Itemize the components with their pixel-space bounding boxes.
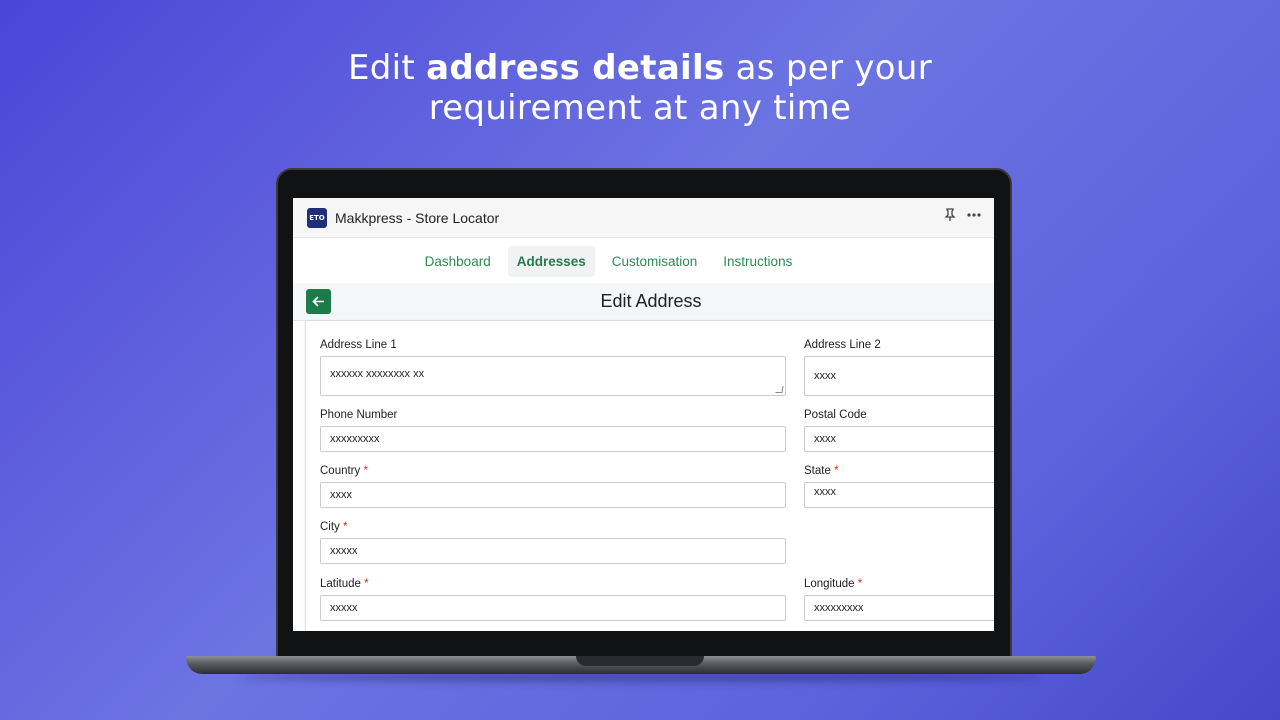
address-line-1-label: Address Line 1 bbox=[320, 339, 397, 351]
required-marker: * bbox=[857, 578, 863, 590]
latitude-input[interactable]: xxxxx bbox=[320, 595, 786, 621]
longitude-label: Longitude * bbox=[804, 578, 862, 590]
city-label-text: City bbox=[320, 521, 340, 533]
tab-dashboard[interactable]: Dashboard bbox=[416, 246, 500, 277]
longitude-input[interactable]: xxxxxxxxx bbox=[804, 595, 994, 621]
required-marker: * bbox=[364, 578, 369, 590]
address-line-1-textarea[interactable]: xxxxxx xxxxxxxx xx bbox=[320, 356, 786, 396]
required-marker: * bbox=[834, 465, 839, 477]
state-label: State * bbox=[804, 465, 839, 477]
phone-number-label: Phone Number bbox=[320, 409, 398, 421]
phone-number-input[interactable]: xxxxxxxxx bbox=[320, 426, 786, 452]
country-input[interactable]: xxxx bbox=[320, 482, 786, 508]
latitude-label: Latitude * bbox=[320, 578, 369, 590]
address-line-2-value: xxxx bbox=[814, 370, 836, 382]
promo-headline: Edit address details as per your require… bbox=[0, 48, 1280, 128]
required-marker: * bbox=[363, 465, 368, 477]
tab-customisation[interactable]: Customisation bbox=[603, 246, 707, 277]
phone-number-value: xxxxxxxxx bbox=[330, 433, 380, 445]
app-title: Makkpress - Store Locator bbox=[335, 209, 500, 226]
headline-bold: address details bbox=[426, 48, 725, 88]
resize-handle-icon[interactable] bbox=[775, 386, 784, 393]
laptop-notch bbox=[576, 656, 704, 666]
address-line-2-input[interactable]: xxxx bbox=[804, 356, 994, 396]
address-form: Address Line 1 xxxxxx xxxxxxxx xx Addres… bbox=[305, 321, 994, 631]
latitude-label-text: Latitude bbox=[320, 578, 361, 590]
headline-line-1: Edit address details as per your bbox=[0, 48, 1280, 88]
app-header: ETO Makkpress - Store Locator bbox=[293, 198, 994, 238]
header-icons bbox=[944, 208, 982, 225]
app-logo: ETO bbox=[307, 207, 327, 228]
address-line-1-value: xxxxxx xxxxxxxx xx bbox=[330, 368, 425, 380]
address-line-2-label: Address Line 2 bbox=[804, 339, 881, 351]
country-value: xxxx bbox=[330, 489, 352, 501]
page-title: Edit Address bbox=[600, 291, 702, 311]
state-value: xxxx bbox=[814, 486, 836, 498]
postal-code-input[interactable]: xxxx bbox=[804, 426, 994, 452]
more-icon[interactable] bbox=[966, 208, 982, 225]
country-label: Country * bbox=[320, 465, 368, 477]
headline-line-2: requirement at any time bbox=[428, 88, 852, 128]
app-logo-text: ETO bbox=[309, 213, 325, 222]
longitude-label-text: Longitude bbox=[804, 578, 855, 590]
country-label-text: Country bbox=[320, 465, 361, 477]
city-value: xxxxx bbox=[330, 545, 358, 557]
headline-suffix: as per your bbox=[724, 48, 933, 88]
city-label: City * bbox=[320, 521, 348, 533]
postal-code-label: Postal Code bbox=[804, 409, 867, 421]
required-marker: * bbox=[343, 521, 348, 533]
pin-icon[interactable] bbox=[944, 208, 956, 225]
headline-prefix: Edit bbox=[347, 48, 427, 88]
postal-code-value: xxxx bbox=[814, 433, 836, 445]
tab-addresses[interactable]: Addresses bbox=[507, 245, 595, 277]
page-title-bar: Edit Address bbox=[293, 283, 994, 321]
tab-instructions[interactable]: Instructions bbox=[714, 246, 801, 277]
city-input[interactable]: xxxxx bbox=[320, 538, 786, 564]
longitude-value: xxxxxxxxx bbox=[814, 602, 864, 614]
state-label-text: State bbox=[804, 465, 831, 477]
state-input[interactable]: xxxx bbox=[804, 482, 994, 508]
laptop-screen: ETO Makkpress - Store Locator Dashboard … bbox=[293, 198, 994, 631]
nav-tabs: Dashboard Addresses Customisation Instru… bbox=[293, 239, 994, 283]
latitude-value: xxxxx bbox=[330, 602, 358, 614]
